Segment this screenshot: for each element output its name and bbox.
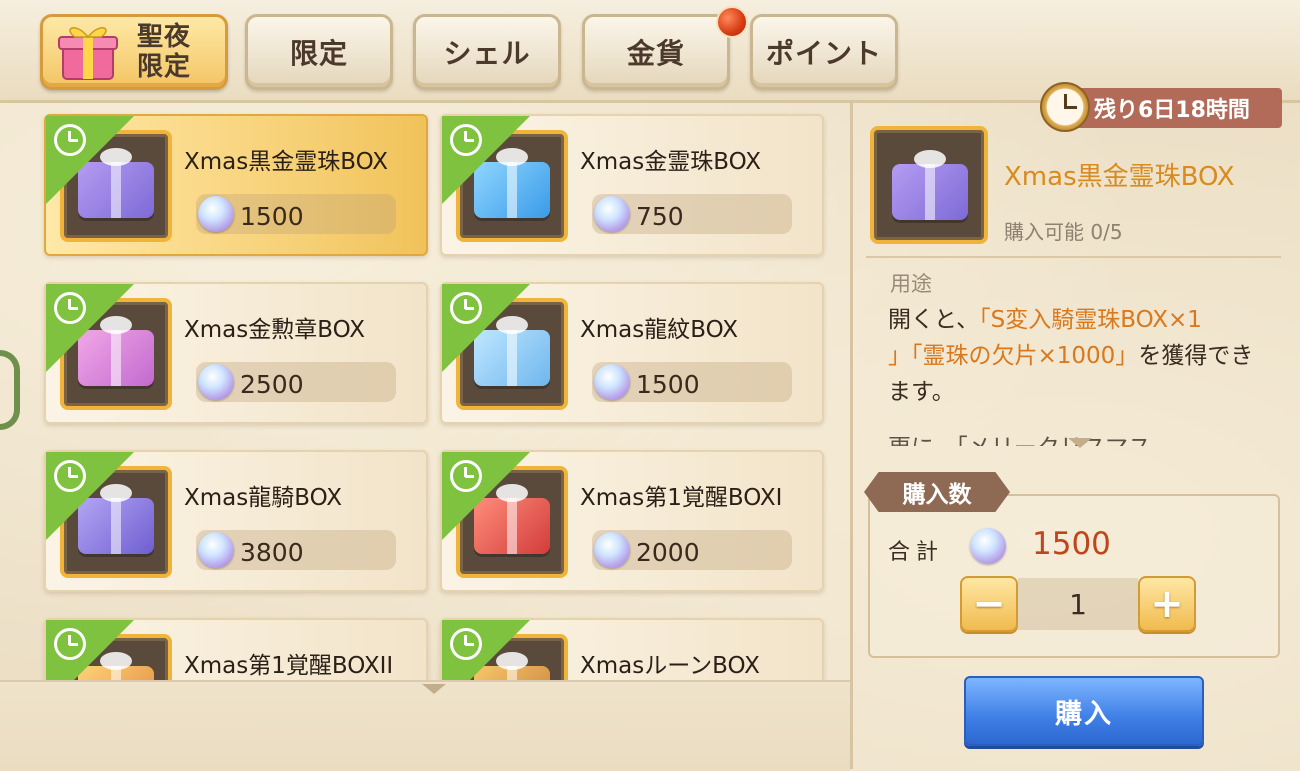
clock-icon xyxy=(54,124,86,156)
clock-icon xyxy=(450,460,482,492)
item-card[interactable]: Xmas龍紋BOX 1500 xyxy=(440,282,824,424)
item-description: 開くと、「S変入騎霊珠BOX×1 」「霊珠の欠片×1000」を獲得できます。 xyxy=(888,302,1268,410)
tab-christmas-label-line1: 聖夜 xyxy=(136,22,191,52)
desc-highlight-2: 」「霊珠の欠片×1000」 xyxy=(888,343,1139,369)
quantity-value: 1 xyxy=(1069,587,1087,621)
description-scroll-chevron-icon[interactable] xyxy=(1068,438,1092,448)
item-name: Xmas第1覚醒BOXII xyxy=(184,653,394,679)
shell-currency-icon xyxy=(594,196,630,232)
item-name: Xmas金勲章BOX xyxy=(184,317,366,343)
alarm-clock-icon xyxy=(1040,82,1090,132)
buy-button-label: 購入 xyxy=(1055,698,1113,730)
desc-highlight-1: 「S変入騎霊珠BOX×1 xyxy=(979,307,1202,333)
gift-icon xyxy=(55,19,121,85)
item-card[interactable]: Xmas金勲章BOX 2500 xyxy=(44,282,428,424)
quantity-field[interactable]: 1 xyxy=(1018,578,1138,630)
tab-christmas-label-line2: 限定 xyxy=(136,52,191,82)
shell-currency-icon xyxy=(198,532,234,568)
item-card[interactable]: Xmas龍騎BOX 3800 xyxy=(44,450,428,592)
remaining-time-text: 残り6日18時間 xyxy=(1094,98,1250,123)
shell-currency-icon xyxy=(594,364,630,400)
total-price: 1500 xyxy=(1032,526,1111,562)
item-price: 1500 xyxy=(240,202,304,231)
panel-divider xyxy=(850,100,853,769)
shell-currency-icon xyxy=(594,532,630,568)
clock-icon xyxy=(450,124,482,156)
tab-points-label: ポイント xyxy=(765,37,882,70)
usage-label: 用途 xyxy=(890,272,932,296)
item-card[interactable]: Xmas第1覚醒BOXI 2000 xyxy=(440,450,824,592)
item-name: Xmas龍騎BOX xyxy=(184,485,343,511)
notification-dot xyxy=(716,6,748,38)
item-card[interactable]: XmasルーンBOX xyxy=(440,618,824,680)
item-name: Xmas金霊珠BOX xyxy=(580,149,762,175)
increase-quantity-button[interactable]: + xyxy=(1138,576,1196,632)
item-card[interactable]: Xmas黒金霊珠BOX 1500 xyxy=(44,114,428,256)
item-price: 2000 xyxy=(636,538,700,567)
tab-gold-label: 金貨 xyxy=(626,37,685,70)
tab-points[interactable]: ポイント xyxy=(750,14,898,90)
buy-button[interactable]: 購入 xyxy=(964,676,1204,746)
shell-currency-icon xyxy=(198,196,234,232)
quantity-panel xyxy=(868,494,1280,658)
item-name: Xmas龍紋BOX xyxy=(580,317,739,343)
item-list: Xmas黒金霊珠BOX 1500 Xmas金霊珠BOX 750 Xmas金勲章B… xyxy=(40,110,840,680)
shell-currency-icon xyxy=(970,528,1006,564)
decrease-quantity-button[interactable]: − xyxy=(960,576,1018,632)
detail-separator xyxy=(866,256,1281,258)
item-price: 2500 xyxy=(240,370,304,399)
tab-shell[interactable]: シェル xyxy=(413,14,561,90)
clock-icon xyxy=(450,628,482,660)
plus-icon: + xyxy=(1150,581,1184,627)
minus-icon: − xyxy=(972,581,1006,627)
star-box-icon xyxy=(892,150,968,220)
item-card[interactable]: Xmas金霊珠BOX 750 xyxy=(440,114,824,256)
total-label: 合計 xyxy=(888,540,945,565)
clock-icon xyxy=(54,628,86,660)
shell-currency-icon xyxy=(198,364,234,400)
clock-icon xyxy=(54,460,86,492)
tab-limited[interactable]: 限定 xyxy=(245,14,393,90)
clock-icon xyxy=(54,292,86,324)
detail-item-name: Xmas黒金霊珠BOX xyxy=(1004,162,1235,192)
scroll-down-chevron-icon[interactable] xyxy=(422,684,446,694)
clock-icon xyxy=(450,292,482,324)
tab-limited-label: 限定 xyxy=(289,37,348,70)
item-price: 1500 xyxy=(636,370,700,399)
desc-text-1: 開くと、 xyxy=(888,307,980,333)
detail-item-thumbnail xyxy=(870,126,988,244)
item-name: XmasルーンBOX xyxy=(580,653,760,679)
purchase-limit: 購入可能 0/5 xyxy=(1004,220,1123,244)
item-price: 3800 xyxy=(240,538,304,567)
tab-gold[interactable]: 金貨 xyxy=(582,14,730,90)
item-name: Xmas第1覚醒BOXI xyxy=(580,485,783,511)
item-name: Xmas黒金霊珠BOX xyxy=(184,149,389,175)
item-card[interactable]: Xmas第1覚醒BOXII xyxy=(44,618,428,680)
item-price: 750 xyxy=(636,202,684,231)
tab-christmas-limited[interactable]: 聖夜 限定 xyxy=(40,14,228,90)
quantity-tag-label: 購入数 xyxy=(902,482,972,508)
quantity-tag: 購入数 xyxy=(864,472,1010,512)
left-decoration xyxy=(0,350,20,430)
tab-shell-label: シェル xyxy=(443,37,531,70)
